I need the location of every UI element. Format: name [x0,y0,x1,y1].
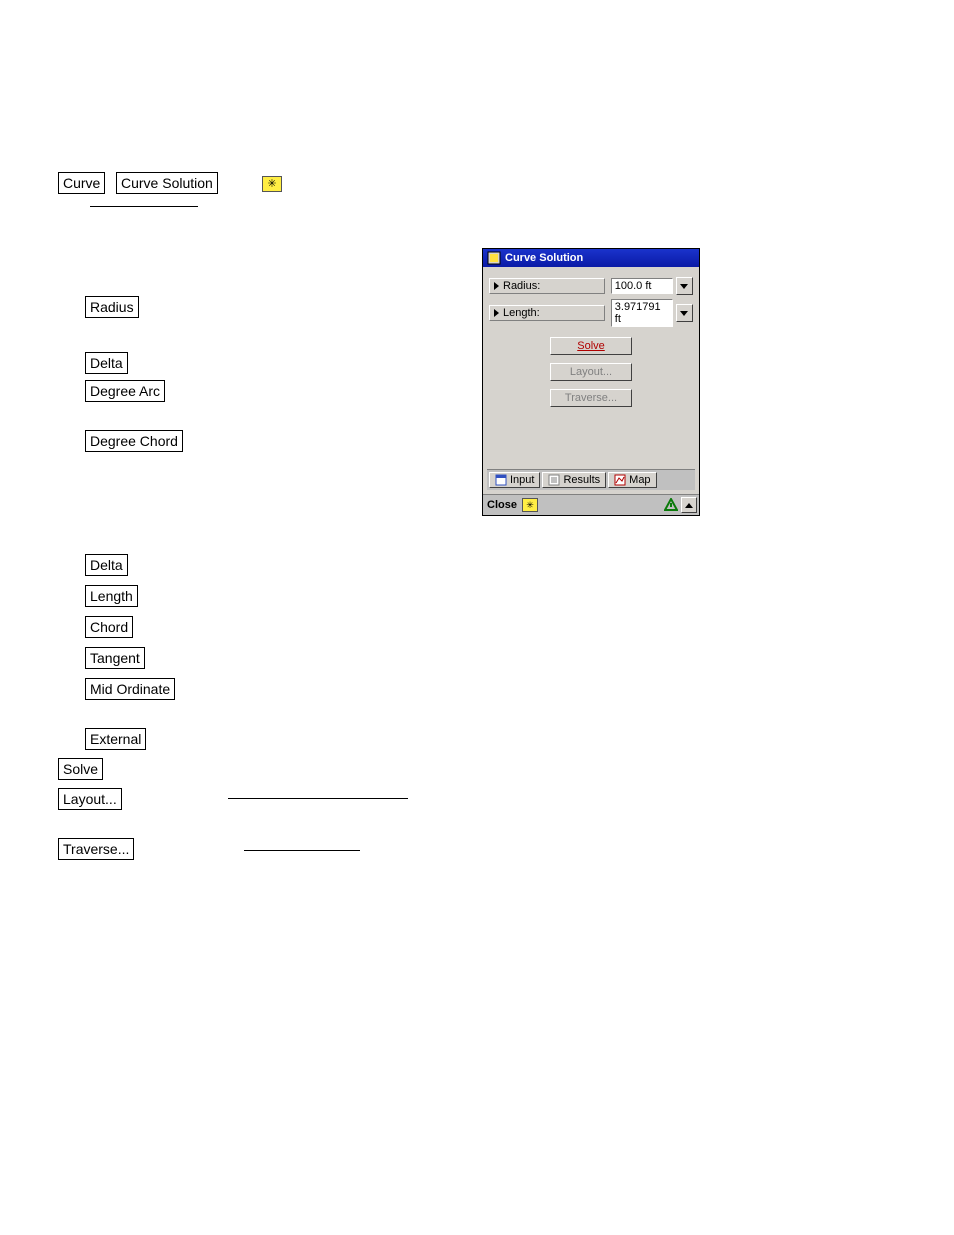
star-icon: ✳ [522,498,538,512]
titlebar: Curve Solution [483,249,699,267]
underline-3 [244,850,360,851]
radius-input[interactable]: 100.0 ft [611,278,673,294]
arrow-right-icon [494,282,499,290]
curve-solution-window: Curve Solution Radius: 100.0 ft Length: … [482,248,700,516]
win-traverse-button: Traverse... [550,389,632,407]
star-icon: ✳ [262,176,282,192]
win-solve-button[interactable]: Solve [550,337,632,355]
tab-input-label: Input [510,474,534,486]
tab-input[interactable]: Input [489,472,540,488]
underline [90,206,198,207]
warning-icon [664,498,678,512]
underline-2 [228,798,408,799]
radius-field-button[interactable]: Radius: [489,278,605,294]
degree-arc-button[interactable]: Degree Arc [85,380,165,402]
length-field-button[interactable]: Length: [489,305,605,321]
tab-results[interactable]: Results [542,472,606,488]
length-input[interactable]: 3.971791 ft [611,299,673,327]
tab-map-label: Map [629,474,650,486]
radius-dropdown[interactable] [676,277,693,295]
delta-button[interactable]: Delta [85,352,128,374]
results-icon [548,474,560,486]
curve-button[interactable]: Curve [58,172,105,194]
solve-button[interactable]: Solve [58,758,103,780]
curve-solution-button[interactable]: Curve Solution [116,172,218,194]
traverse-button[interactable]: Traverse... [58,838,134,860]
tab-map[interactable]: Map [608,472,656,488]
length-button[interactable]: Length [85,585,138,607]
window-title: Curve Solution [505,252,583,264]
degree-chord-button[interactable]: Degree Chord [85,430,183,452]
win-layout-button: Layout... [550,363,632,381]
chevron-down-icon [680,311,688,316]
external-button[interactable]: External [85,728,146,750]
delta-button-2[interactable]: Delta [85,554,128,576]
radius-button[interactable]: Radius [85,296,139,318]
length-dropdown[interactable] [676,304,693,322]
length-label: Length: [503,307,540,319]
chevron-down-icon [680,284,688,289]
close-button[interactable]: Close [485,499,519,511]
tab-results-label: Results [563,474,600,486]
app-icon [487,251,501,265]
chord-button[interactable]: Chord [85,616,133,638]
radius-label: Radius: [503,280,540,292]
map-icon [614,474,626,486]
tangent-button[interactable]: Tangent [85,647,145,669]
chevron-up-icon [685,503,693,508]
arrow-right-icon [494,309,499,317]
input-icon [495,474,507,486]
up-button[interactable] [681,497,697,513]
layout-button[interactable]: Layout... [58,788,122,810]
mid-ordinate-button[interactable]: Mid Ordinate [85,678,175,700]
